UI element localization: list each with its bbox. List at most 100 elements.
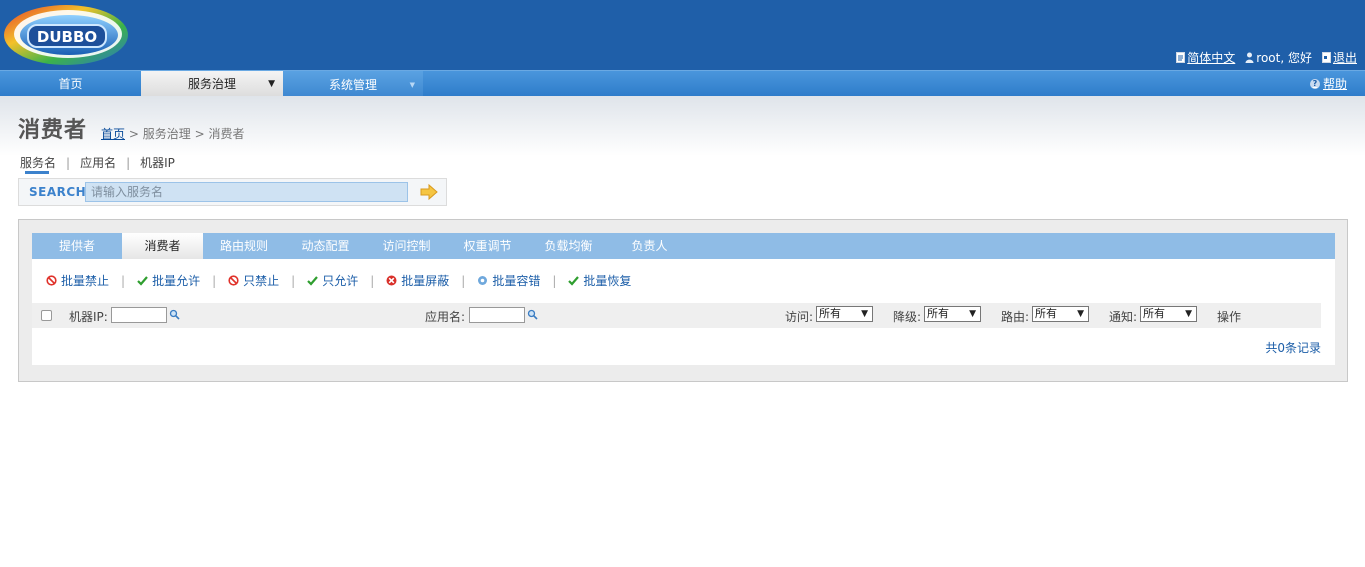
notify-filter-label: 通知: xyxy=(1109,310,1138,324)
main-panel: 提供者 消费者 路由规则 动态配置 访问控制 权重调节 负载均衡 负责人 批量禁… xyxy=(18,219,1348,382)
page-title: 消费者 xyxy=(18,118,88,143)
arrow-right-icon[interactable] xyxy=(419,183,439,201)
tab-load-balance[interactable]: 负载均衡 xyxy=(528,233,609,259)
breadcrumb-separator: > xyxy=(194,127,205,141)
tab-access-control[interactable]: 访问控制 xyxy=(366,233,447,259)
route-filter-label: 路由: xyxy=(1001,310,1030,324)
nav-item-system-management[interactable]: 系统管理 ▼ xyxy=(283,71,423,97)
search-input[interactable] xyxy=(85,182,408,202)
nav-item-label: 首页 xyxy=(58,77,83,91)
ip-filter-label: 机器IP: xyxy=(69,310,108,324)
notify-filter-select[interactable]: 所有 ▼ xyxy=(1140,306,1197,322)
separator: | xyxy=(370,273,375,288)
help-link[interactable]: ? 帮助 xyxy=(1309,71,1347,97)
tab-routes[interactable]: 路由规则 xyxy=(203,233,285,259)
logout-link[interactable]: 退出 xyxy=(1321,49,1357,66)
separator: | xyxy=(552,273,557,288)
tab-weights[interactable]: 权重调节 xyxy=(447,233,528,259)
select-value: 所有 xyxy=(927,307,949,320)
greeting-label: root, 您好 xyxy=(1256,51,1312,65)
select-value: 所有 xyxy=(819,307,841,320)
search-type-application[interactable]: 应用名 xyxy=(80,154,116,171)
check-icon xyxy=(568,276,580,286)
search-icon[interactable] xyxy=(527,309,538,320)
tab-content: 批量禁止 | 批量允许 | 只禁止 | 只允许 | 批量屏蔽 | 批量容错 | … xyxy=(32,259,1335,365)
breadcrumb-separator: > xyxy=(128,127,139,141)
block-icon xyxy=(386,275,397,286)
nav-item-service-governance[interactable]: 服务治理 ▼ xyxy=(141,71,283,97)
action-label: 批量屏蔽 xyxy=(401,274,450,288)
action-label: 只允许 xyxy=(322,274,359,288)
batch-recover-button[interactable]: 批量恢复 xyxy=(568,272,631,289)
dropdown-arrow-icon: ▼ xyxy=(969,309,976,319)
batch-forbid-button[interactable]: 批量禁止 xyxy=(46,272,109,289)
breadcrumb-home-link[interactable]: 首页 xyxy=(101,127,125,141)
nav-item-label: 系统管理 xyxy=(328,78,377,92)
action-label: 批量允许 xyxy=(152,274,201,288)
search-label: SEARCH xyxy=(29,185,87,199)
app-filter-input[interactable] xyxy=(469,307,525,323)
only-forbid-button[interactable]: 只禁止 xyxy=(228,272,279,289)
degrade-filter-select[interactable]: 所有 ▼ xyxy=(924,306,981,322)
batch-fault-tolerance-button[interactable]: 批量容错 xyxy=(477,272,540,289)
batch-actions: 批量禁止 | 批量允许 | 只禁止 | 只允许 | 批量屏蔽 | 批量容错 | … xyxy=(46,272,631,289)
tab-dynamic-config[interactable]: 动态配置 xyxy=(285,233,366,259)
logout-label: 退出 xyxy=(1332,51,1357,65)
select-value: 所有 xyxy=(1035,307,1057,320)
only-allow-button[interactable]: 只允许 xyxy=(307,272,358,289)
action-label: 批量恢复 xyxy=(583,274,632,288)
access-filter-select[interactable]: 所有 ▼ xyxy=(816,306,873,322)
breadcrumb: 首页 > 服务治理 > 消费者 xyxy=(101,125,244,142)
access-filter-label: 访问: xyxy=(785,310,814,324)
batch-block-button[interactable]: 批量屏蔽 xyxy=(386,272,449,289)
gear-icon xyxy=(478,276,488,285)
ip-filter-input[interactable] xyxy=(111,307,167,323)
action-label: 只禁止 xyxy=(243,274,280,288)
nav-item-home[interactable]: 首页 xyxy=(0,71,141,97)
dubbo-logo[interactable]: DUBBO xyxy=(2,3,130,66)
check-icon xyxy=(137,276,148,286)
filter-header-row: 机器IP: 应用名: 访问: 所有 ▼ 降级: 所有 ▼ 路由: 所有 ▼ 通知… xyxy=(32,303,1321,328)
help-label: 帮助 xyxy=(1322,77,1347,91)
tab-owners[interactable]: 负责人 xyxy=(609,233,690,259)
separator: | xyxy=(291,273,296,288)
help-icon: ? xyxy=(1309,79,1320,89)
operations-header: 操作 xyxy=(1217,310,1242,324)
separator: | xyxy=(212,273,217,288)
separator: | xyxy=(126,155,131,170)
action-label: 批量禁止 xyxy=(61,274,110,288)
separator: | xyxy=(66,155,71,170)
logout-icon xyxy=(1321,52,1331,63)
breadcrumb-section: 服务治理 xyxy=(142,127,191,141)
batch-allow-button[interactable]: 批量允许 xyxy=(137,272,200,289)
ban-icon xyxy=(228,275,239,286)
separator: | xyxy=(121,273,126,288)
tab-consumers[interactable]: 消费者 xyxy=(122,233,203,259)
document-icon xyxy=(1176,52,1186,63)
logo-text: DUBBO xyxy=(37,28,97,46)
breadcrumb-current: 消费者 xyxy=(208,127,245,141)
select-value: 所有 xyxy=(1143,307,1165,320)
tab-providers[interactable]: 提供者 xyxy=(32,233,122,259)
search-box: SEARCH xyxy=(18,178,447,206)
search-type-service[interactable]: 服务名 xyxy=(20,154,56,174)
language-link[interactable]: 简体中文 xyxy=(1176,49,1235,66)
action-label: 批量容错 xyxy=(492,274,541,288)
select-all-checkbox[interactable] xyxy=(41,310,52,321)
search-type-tabs: 服务名 | 应用名 | 机器IP xyxy=(20,154,175,174)
main-nav: 首页 服务治理 ▼ 系统管理 ▼ ? 帮助 xyxy=(0,70,1365,97)
search-type-ip[interactable]: 机器IP xyxy=(140,154,175,171)
ban-icon xyxy=(46,275,57,286)
language-label: 简体中文 xyxy=(1187,51,1236,65)
search-icon[interactable] xyxy=(169,309,180,320)
app-filter-label: 应用名: xyxy=(425,310,466,324)
nav-item-label: 服务治理 xyxy=(187,77,236,91)
user-links: 简体中文 root, 您好 退出 xyxy=(1176,49,1357,66)
user-icon xyxy=(1245,52,1254,63)
header-bar: DUBBO 简体中文 root, 您好 退出 xyxy=(0,0,1365,70)
dropdown-arrow-icon: ▼ xyxy=(1185,309,1192,319)
route-filter-select[interactable]: 所有 ▼ xyxy=(1032,306,1089,322)
caret-down-icon: ▼ xyxy=(268,79,275,89)
caret-down-icon: ▼ xyxy=(409,81,415,89)
record-count: 共0条记录 xyxy=(1265,341,1321,355)
